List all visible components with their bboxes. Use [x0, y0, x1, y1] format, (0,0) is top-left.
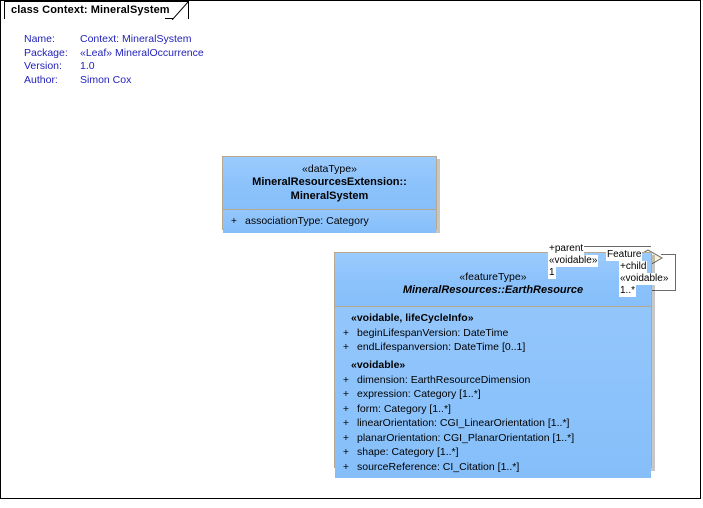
diagram-title-label: class Context: MineralSystem — [11, 4, 170, 16]
metadata-value-name: Context: MineralSystem — [80, 33, 192, 45]
class-name-mineral-system-line2: MineralSystem — [290, 189, 369, 202]
association-parent-multiplicity-label: 1 — [548, 267, 556, 279]
table-row[interactable]: + sourceReference: CI_Citation [1..*] — [335, 460, 651, 475]
tab-corner-fold-icon — [171, 2, 188, 20]
association-name-label: Feature — [606, 249, 643, 261]
metadata-key-author: Author: — [24, 73, 58, 86]
attribute-visibility: + — [342, 446, 350, 458]
class-stereotype-earth-resource: «featureType» — [459, 271, 527, 283]
diagram-metadata: Name: Context: MineralSystem Package: «L… — [24, 33, 204, 87]
attribute-visibility: + — [342, 417, 350, 429]
table-row[interactable]: + planarOrientation: CGI_PlanarOrientati… — [335, 431, 651, 446]
attribute-text: shape: Category [1..*] — [357, 446, 459, 458]
table-row[interactable]: + form: Category [1..*] — [335, 402, 651, 417]
class-header-earth-resource: «featureType» MineralResources::EarthRes… — [335, 253, 651, 306]
diagram-canvas: class Context: MineralSystem Name: Conte… — [0, 0, 703, 508]
attribute-text: expression: Category [1..*] — [357, 388, 481, 400]
attribute-text: endLifespanversion: DateTime [0..1] — [357, 341, 526, 353]
class-box-mineral-system[interactable]: «dataType» MineralResourcesExtension:: M… — [222, 156, 437, 233]
association-parent-role-label: +parent — [548, 243, 585, 255]
attribute-visibility: + — [342, 373, 350, 386]
table-row[interactable]: + endLifespanversion: DateTime [0..1] — [335, 340, 651, 355]
table-row[interactable]: + linearOrientation: CGI_LinearOrientati… — [335, 416, 651, 431]
table-row[interactable]: + dimension: EarthResourceDimension — [335, 373, 651, 388]
table-row[interactable]: + shape: Category [1..*] — [335, 445, 651, 460]
class-attributes-earth-resource: «voidable, lifeCycleInfo» + beginLifespa… — [335, 306, 651, 478]
metadata-row-package: Package: «Leaf» MineralOccurrence — [24, 47, 204, 61]
metadata-value-author: Simon Cox — [80, 73, 132, 86]
association-parent-stereotype-label: «voidable» — [548, 255, 599, 267]
class-attributes-mineral-system: + associationType: Category — [223, 210, 436, 233]
class-name-earth-resource: MineralResources::EarthResource — [402, 284, 584, 296]
attribute-text: form: Category [1..*] — [357, 402, 451, 415]
association-child-multiplicity-label: 1..* — [619, 285, 637, 297]
association-child-role-label: +child — [619, 261, 648, 273]
attribute-text: linearOrientation: CGI_LinearOrientation… — [357, 417, 570, 429]
attribute-visibility: + — [342, 388, 350, 400]
attribute-visibility: + — [342, 460, 350, 473]
attribute-group-label-voidable: «voidable» — [351, 358, 406, 371]
attribute-visibility: + — [342, 402, 350, 415]
association-child-stereotype-label: «voidable» — [619, 273, 670, 285]
metadata-key-name: Name: — [24, 33, 55, 45]
tab-frame-merge — [5, 17, 165, 19]
metadata-value-package: «Leaf» MineralOccurrence — [80, 46, 204, 59]
class-name-mineral-system-line1: MineralResourcesExtension:: — [252, 176, 407, 188]
table-row[interactable]: + beginLifespanVersion: DateTime — [335, 326, 651, 341]
attribute-row[interactable]: + associationType: Category — [223, 214, 436, 229]
attribute-text: associationType: Category — [245, 215, 369, 227]
attribute-visibility: + — [342, 431, 350, 444]
attribute-text: beginLifespanVersion: DateTime — [357, 326, 509, 339]
attribute-text: sourceReference: CI_Citation [1..*] — [357, 460, 520, 473]
class-box-earth-resource[interactable]: «featureType» MineralResources::EarthRes… — [334, 252, 652, 478]
attribute-text: dimension: EarthResourceDimension — [357, 373, 531, 386]
attribute-visibility: + — [230, 215, 238, 227]
attribute-visibility: + — [342, 326, 350, 339]
metadata-value-version: 1.0 — [80, 60, 95, 73]
metadata-row-version: Version: 1.0 — [24, 60, 204, 74]
attribute-visibility: + — [342, 341, 350, 353]
attribute-text: planarOrientation: CGI_PlanarOrientation… — [357, 431, 575, 444]
metadata-row-author: Author: Simon Cox — [24, 74, 204, 88]
class-stereotype-mineral-system: «dataType» — [302, 163, 357, 175]
attribute-group-label-lifecycle: «voidable, lifeCycleInfo» — [351, 311, 474, 324]
metadata-key-package: Package: — [24, 46, 68, 59]
table-row[interactable]: + expression: Category [1..*] — [335, 387, 651, 402]
metadata-key-version: Version: — [24, 60, 62, 73]
metadata-row-name: Name: Context: MineralSystem — [24, 33, 204, 47]
class-header-mineral-system: «dataType» MineralResourcesExtension:: M… — [223, 157, 436, 209]
